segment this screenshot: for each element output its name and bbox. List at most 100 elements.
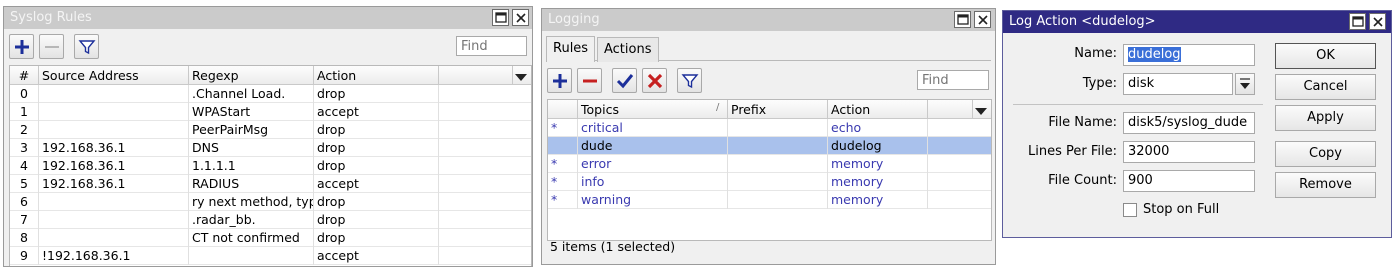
syslog-rules-titlebar[interactable]: Syslog Rules — [4, 7, 532, 29]
maximize-icon — [957, 14, 969, 25]
table-row[interactable]: dude dudelog — [548, 137, 991, 155]
cell-number: 2 — [10, 121, 39, 139]
maximize-button[interactable] — [1349, 13, 1366, 30]
cell-spare — [439, 85, 531, 103]
table-row[interactable]: 8 CT not confirmed drop — [10, 229, 531, 247]
table-row[interactable]: 2 PeerPairMsg drop — [10, 121, 531, 139]
cell-prefix — [728, 155, 828, 173]
syslog-rules-title: Syslog Rules — [10, 10, 92, 25]
file-name-field[interactable]: disk5/syslog_dude — [1123, 112, 1255, 134]
disable-button[interactable] — [642, 68, 667, 93]
filter-icon — [78, 40, 96, 55]
cell-regexp: DNS — [189, 139, 314, 157]
ok-button[interactable]: OK — [1275, 43, 1376, 69]
logging-title: Logging — [548, 12, 600, 27]
table-row[interactable]: 4 192.168.36.1 1.1.1.1 drop — [10, 157, 531, 175]
table-row[interactable]: * error memory — [548, 155, 991, 173]
table-row[interactable]: 7 .radar_bb. drop — [10, 211, 531, 229]
cell-source-address — [39, 85, 189, 103]
table-row[interactable]: 0 .Channel Load. drop — [10, 85, 531, 103]
column-menu-icon[interactable] — [975, 105, 987, 119]
sort-icon: / — [716, 102, 720, 113]
column-flag — [548, 100, 578, 119]
filter-button[interactable] — [74, 34, 99, 59]
plus-icon — [15, 40, 29, 54]
close-button[interactable] — [974, 11, 991, 28]
table-row[interactable]: * warning memory — [548, 191, 991, 209]
name-field[interactable]: dudelog — [1123, 44, 1255, 66]
type-dropdown-button[interactable] — [1235, 73, 1255, 95]
cell-flag: * — [548, 155, 578, 173]
remove-button[interactable] — [39, 34, 64, 59]
stop-on-full-label[interactable]: Stop on Full — [1143, 202, 1219, 217]
column-action[interactable]: Action — [828, 100, 928, 119]
cell-flag: * — [548, 191, 578, 209]
remove-button[interactable]: Remove — [1275, 172, 1376, 198]
cell-source-address — [39, 121, 189, 139]
cell-action: memory — [828, 155, 928, 173]
cell-spare — [439, 175, 531, 193]
cell-prefix — [728, 191, 828, 209]
type-select[interactable]: disk — [1123, 73, 1233, 95]
table-row[interactable]: 6 ry next method, typ...drop — [10, 193, 531, 211]
tab-actions[interactable]: Actions — [597, 37, 659, 62]
dropdown-icon — [1240, 78, 1250, 89]
cell-regexp — [189, 247, 314, 265]
close-button[interactable] — [512, 9, 529, 26]
cell-action: drop — [314, 139, 439, 157]
add-button[interactable] — [547, 68, 572, 93]
cell-regexp: .radar_bb. — [189, 211, 314, 229]
cancel-button[interactable]: Cancel — [1275, 74, 1376, 100]
stop-on-full-checkbox[interactable] — [1123, 203, 1137, 217]
column-spare — [439, 66, 513, 85]
table-row[interactable]: * info memory — [548, 173, 991, 191]
table-row[interactable]: 9 !192.168.36.1 accept — [10, 247, 531, 265]
add-button[interactable] — [9, 34, 34, 59]
lines-per-file-field[interactable]: 32000 — [1123, 141, 1255, 163]
cell-spare — [928, 173, 991, 191]
remove-button[interactable] — [577, 68, 602, 93]
filter-button[interactable] — [677, 68, 702, 93]
cell-number: 0 — [10, 85, 39, 103]
cell-spare — [439, 211, 531, 229]
cell-spare — [439, 229, 531, 247]
search-input[interactable] — [456, 36, 527, 56]
cell-spare — [439, 193, 531, 211]
cell-action: drop — [314, 229, 439, 247]
copy-button[interactable]: Copy — [1275, 141, 1376, 167]
name-value: dudelog — [1128, 47, 1181, 62]
enable-button[interactable] — [612, 68, 637, 93]
column-regexp[interactable]: Regexp — [189, 66, 314, 85]
close-button[interactable] — [1369, 13, 1386, 30]
log-action-titlebar[interactable]: Log Action <dudelog> — [1003, 11, 1391, 33]
logging-rules-table: Topics / Prefix Action * critical echo dude… — [547, 99, 992, 241]
syslog-rules-table: # Source Address Regexp Action 0 .Channel… — [9, 65, 532, 266]
file-count-field[interactable]: 900 — [1123, 170, 1255, 192]
table-row[interactable]: 1 WPAStart accept — [10, 103, 531, 121]
column-action[interactable]: Action — [314, 66, 439, 85]
maximize-button[interactable] — [954, 11, 971, 28]
cell-regexp: WPAStart — [189, 103, 314, 121]
cell-flag: * — [548, 173, 578, 191]
cell-number: 3 — [10, 139, 39, 157]
cell-topics: dude — [578, 137, 728, 155]
cell-action: drop — [314, 157, 439, 175]
cell-action: drop — [314, 193, 439, 211]
column-number[interactable]: # — [10, 66, 39, 85]
table-row[interactable]: * critical echo — [548, 119, 991, 137]
tab-rules[interactable]: Rules — [546, 36, 596, 62]
column-source-address[interactable]: Source Address — [39, 66, 189, 85]
cell-spare — [439, 121, 531, 139]
cell-source-address — [39, 211, 189, 229]
logging-titlebar[interactable]: Logging — [542, 9, 995, 31]
table-row[interactable]: 5 192.168.36.1 RADIUS accept — [10, 175, 531, 193]
column-topics[interactable]: Topics — [578, 100, 728, 119]
cell-source-address: !192.168.36.1 — [39, 247, 189, 265]
maximize-button[interactable] — [492, 9, 509, 26]
search-input[interactable] — [917, 70, 989, 90]
column-menu-icon[interactable] — [515, 71, 527, 85]
apply-button[interactable]: Apply — [1275, 105, 1376, 131]
cell-spare — [928, 137, 991, 155]
table-row[interactable]: 3 192.168.36.1 DNS drop — [10, 139, 531, 157]
column-prefix[interactable]: Prefix — [728, 100, 828, 119]
